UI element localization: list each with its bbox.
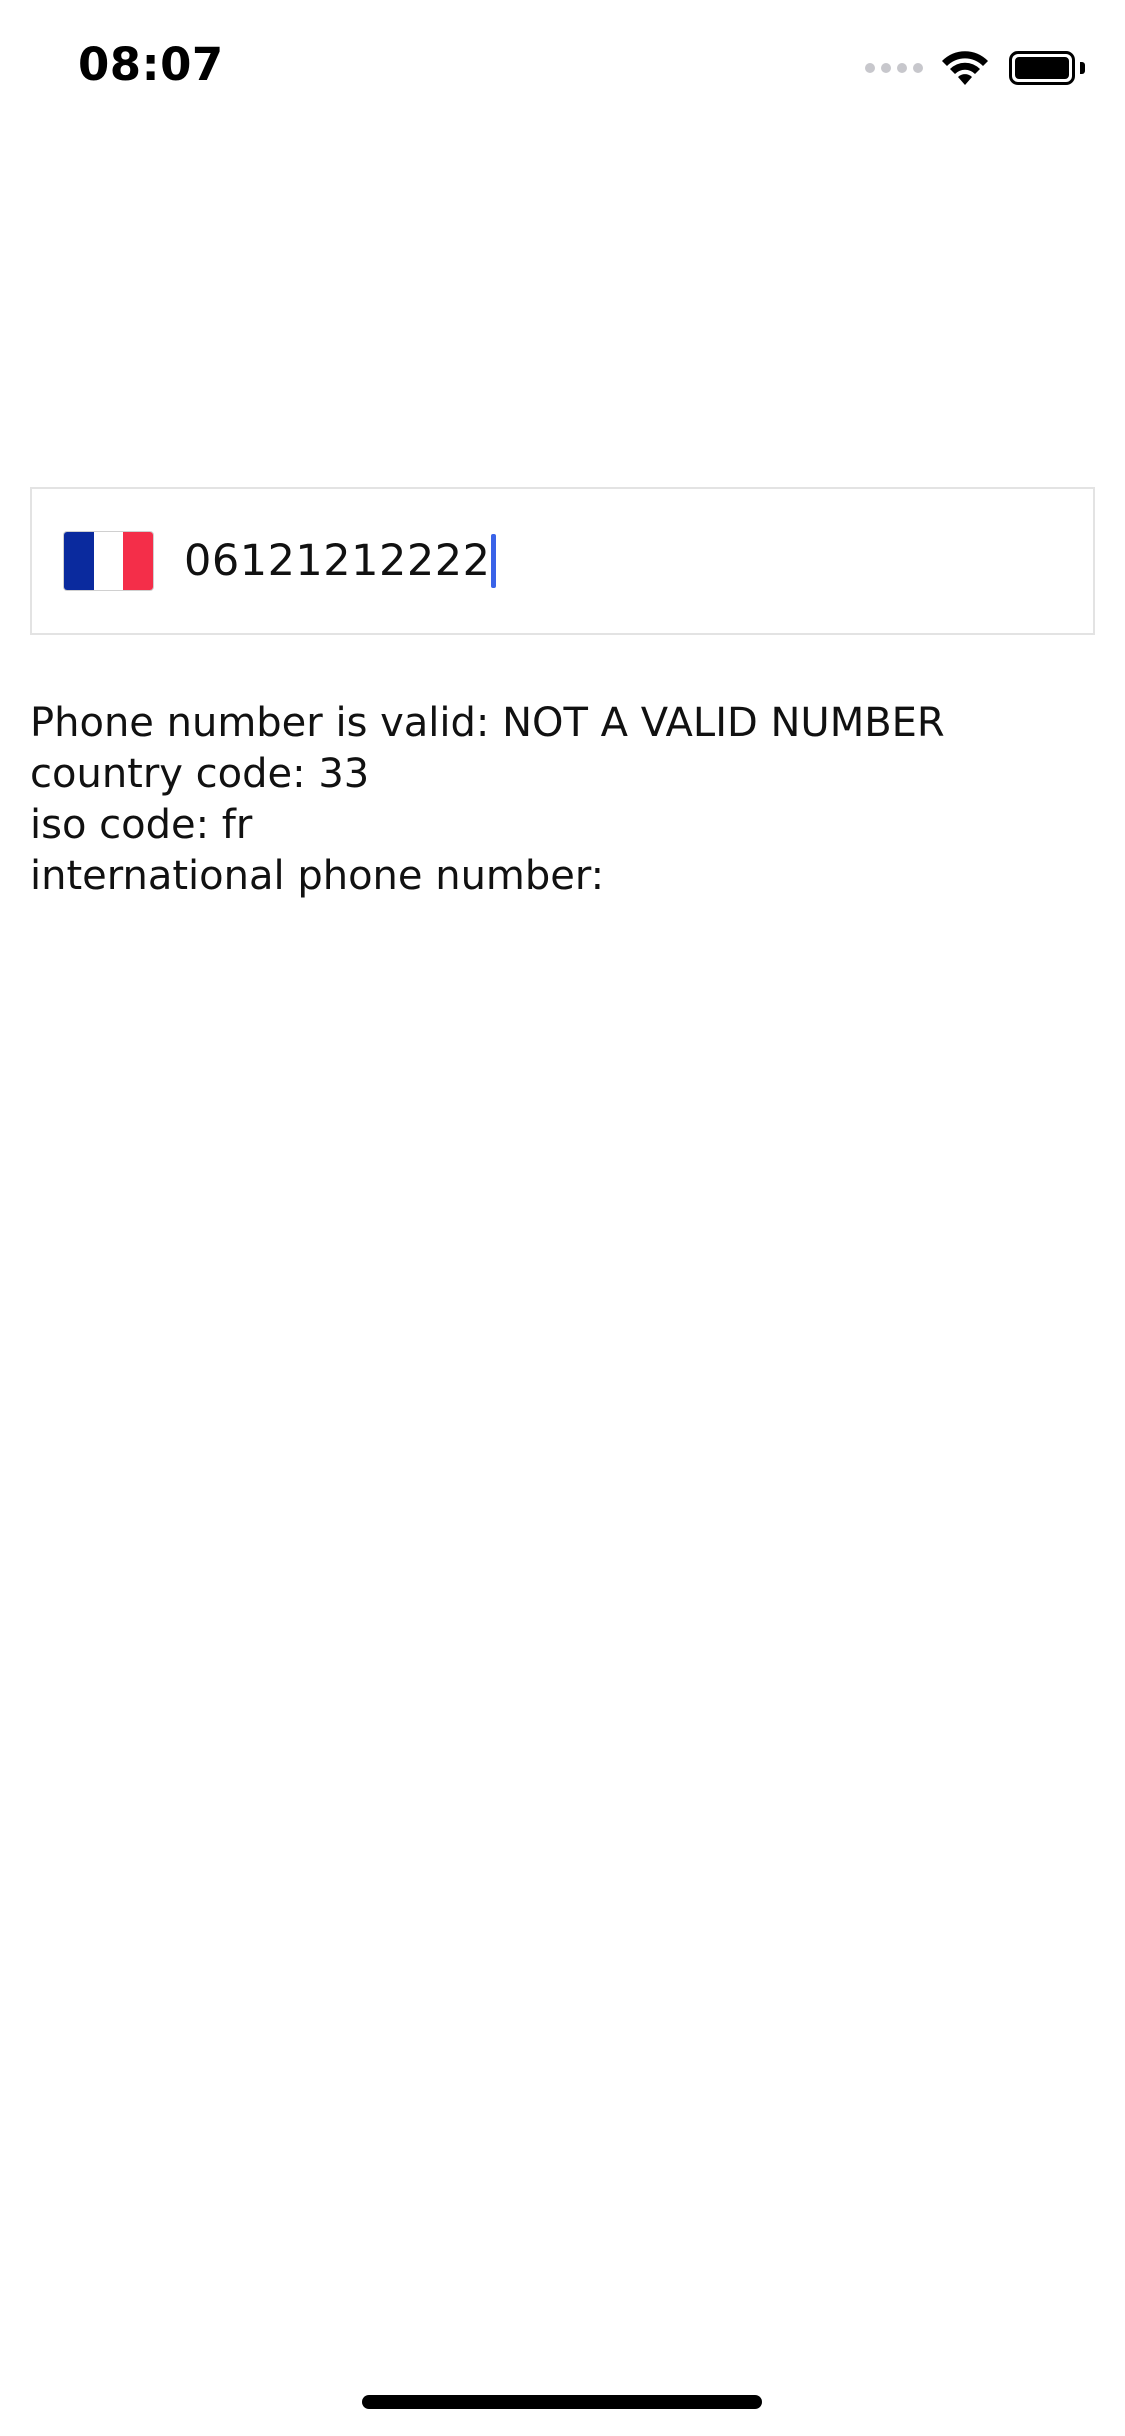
phone-info: Phone number is valid: NOT A VALID NUMBE… bbox=[30, 698, 945, 902]
phone-number-input[interactable]: 06121212222 bbox=[184, 529, 497, 593]
france-flag-icon[interactable] bbox=[64, 532, 153, 590]
home-indicator[interactable] bbox=[362, 2395, 762, 2409]
text-caret bbox=[491, 534, 497, 588]
signal-icon bbox=[865, 63, 923, 73]
wifi-icon bbox=[942, 51, 988, 85]
status-bar: 08:07 bbox=[0, 0, 1125, 132]
valid-status-text: Phone number is valid: NOT A VALID NUMBE… bbox=[30, 700, 945, 746]
iso-code-text: iso code: fr bbox=[30, 802, 253, 848]
status-icons bbox=[865, 48, 1085, 88]
country-code-text: country code: 33 bbox=[30, 751, 370, 797]
phone-number-value[interactable]: 06121212222 bbox=[184, 536, 490, 586]
status-time: 08:07 bbox=[78, 38, 224, 91]
international-number-text: international phone number: bbox=[30, 853, 605, 899]
battery-icon bbox=[1009, 51, 1085, 85]
phone-number-field[interactable]: 06121212222 bbox=[30, 487, 1095, 635]
